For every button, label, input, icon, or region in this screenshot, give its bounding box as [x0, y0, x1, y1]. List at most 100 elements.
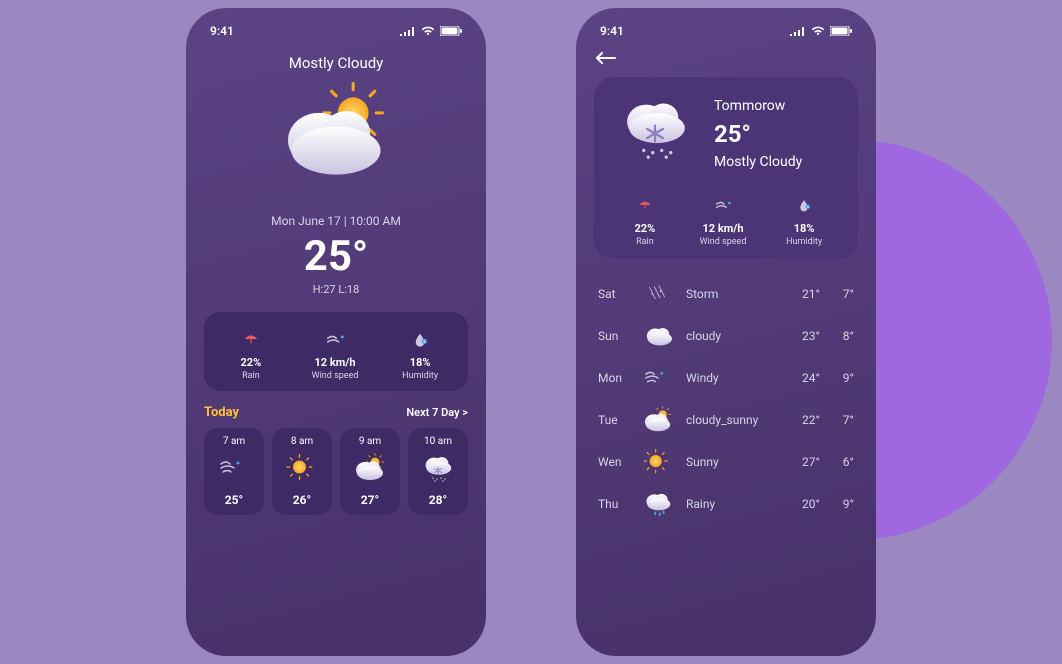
stat-wind-label: Wind speed: [700, 237, 747, 247]
day-low: 7°: [820, 413, 854, 427]
tomorrow-summary-card: Tommorow 25° Mostly Cloudy 22% Rain 12 k…: [594, 77, 858, 259]
wind-icon: [318, 326, 352, 348]
status-bar: 9:41: [204, 22, 468, 48]
humidity-icon: [405, 326, 435, 348]
stat-humidity: 18% Humidity: [402, 326, 438, 381]
summary-day: Tommorow: [714, 98, 802, 114]
stat-rain-label: Rain: [630, 237, 660, 247]
hour-temp: 26°: [276, 493, 328, 507]
wifi-icon: [421, 26, 435, 36]
day-low: 8°: [820, 329, 854, 343]
day-low: 9°: [820, 371, 854, 385]
sunny-icon: [280, 453, 324, 483]
day-high: 22°: [786, 413, 820, 427]
next-7-day-button[interactable]: Next 7 Day >: [406, 406, 468, 419]
status-time: 9:41: [210, 24, 234, 38]
phone-screen-today: 9:41 Mostly Cloudy Mon June 17 | 10:00 A…: [186, 8, 486, 656]
stat-wind: 12 km/h Wind speed: [700, 192, 747, 247]
windy-icon: [212, 453, 256, 483]
today-title: Today: [204, 405, 239, 420]
day-name: Thu: [598, 497, 638, 511]
day-low: 9°: [820, 497, 854, 511]
hour-temp: 28°: [412, 493, 464, 507]
stat-humidity-value: 18%: [402, 356, 438, 369]
hour-time: 10 am: [412, 436, 464, 447]
hour-card[interactable]: 7 am 25°: [204, 428, 264, 515]
stat-rain: 22% Rain: [234, 326, 268, 381]
back-icon[interactable]: [596, 51, 616, 65]
today-header-row: Today Next 7 Day >: [204, 405, 468, 420]
weather-hero-icon: [266, 82, 406, 202]
windy-icon: [638, 363, 678, 393]
umbrella-icon: [630, 192, 660, 214]
day-high: 24°: [786, 371, 820, 385]
status-icons: [790, 26, 852, 36]
summary-temp: 25°: [714, 120, 802, 148]
stat-rain-value: 22%: [630, 222, 660, 235]
cloudy_sunny-icon: [638, 405, 678, 435]
day-row[interactable]: Tue cloudy_sunny 22° 7°: [594, 401, 858, 439]
hour-time: 7 am: [208, 436, 260, 447]
snow-icon: [416, 453, 460, 483]
day-high: 27°: [786, 455, 820, 469]
day-list: Sat Storm 21° 7° Sun cloudy 23° 8° Mon W…: [594, 275, 858, 523]
day-high: 21°: [786, 287, 820, 301]
day-condition: Sunny: [678, 455, 786, 469]
hour-temp: 25°: [208, 493, 260, 507]
day-row[interactable]: Sun cloudy 23° 8°: [594, 317, 858, 355]
signal-icon: [790, 26, 806, 36]
day-name: Sun: [598, 329, 638, 343]
day-condition: cloudy: [678, 329, 786, 343]
day-row[interactable]: Wen Sunny 27° 6°: [594, 443, 858, 481]
day-row[interactable]: Sat Storm 21° 7°: [594, 275, 858, 313]
day-name: Sat: [598, 287, 638, 301]
hour-card[interactable]: 10 am 28°: [408, 428, 468, 515]
day-low: 7°: [820, 287, 854, 301]
humidity-icon: [791, 192, 817, 214]
battery-icon: [440, 26, 462, 36]
status-time: 9:41: [600, 24, 624, 38]
day-row[interactable]: Thu Rainy 20° 9°: [594, 485, 858, 523]
signal-icon: [400, 26, 416, 36]
day-condition: Rainy: [678, 497, 786, 511]
temperature-main: 25°: [204, 232, 468, 281]
cloudy_sunny-icon: [348, 453, 392, 483]
hour-time: 9 am: [344, 436, 396, 447]
stats-card: 22% Rain 12 km/h Wind speed 18% Humidity: [204, 312, 468, 391]
hour-time: 8 am: [276, 436, 328, 447]
stat-rain-label: Rain: [234, 371, 268, 381]
hourly-grid: 7 am 25° 8 am 26° 9 am 27° 10 am 28°: [204, 428, 468, 515]
phone-screen-forecast: 9:41 Tommorow 25° Mostly Cloudy 22% Rain: [576, 8, 876, 656]
high-low-label: H:27 L:18: [204, 283, 468, 296]
day-row[interactable]: Mon Windy 24° 9°: [594, 359, 858, 397]
day-name: Wen: [598, 455, 638, 469]
day-condition: Windy: [678, 371, 786, 385]
status-icons: [400, 26, 462, 36]
back-row: [594, 48, 858, 77]
day-name: Tue: [598, 413, 638, 427]
summary-condition: Mostly Cloudy: [714, 154, 802, 170]
stat-humidity-value: 18%: [786, 222, 822, 235]
day-low: 6°: [820, 455, 854, 469]
storm-icon: [638, 279, 678, 309]
umbrella-icon: [234, 326, 268, 348]
hour-card[interactable]: 8 am 26°: [272, 428, 332, 515]
snow-cloud-icon: [610, 91, 700, 176]
cloudy-icon: [638, 321, 678, 351]
stat-wind: 12 km/h Wind speed: [312, 326, 359, 381]
stat-rain: 22% Rain: [630, 192, 660, 247]
wind-icon: [708, 192, 738, 214]
hour-card[interactable]: 9 am 27°: [340, 428, 400, 515]
stat-humidity-label: Humidity: [786, 237, 822, 247]
wifi-icon: [811, 26, 825, 36]
day-high: 23°: [786, 329, 820, 343]
hour-temp: 27°: [344, 493, 396, 507]
status-bar: 9:41: [594, 22, 858, 48]
day-high: 20°: [786, 497, 820, 511]
stat-humidity: 18% Humidity: [786, 192, 822, 247]
stat-wind-value: 12 km/h: [700, 222, 747, 235]
stat-humidity-label: Humidity: [402, 371, 438, 381]
stat-rain-value: 22%: [234, 356, 268, 369]
stat-wind-value: 12 km/h: [312, 356, 359, 369]
rainy-icon: [638, 489, 678, 519]
